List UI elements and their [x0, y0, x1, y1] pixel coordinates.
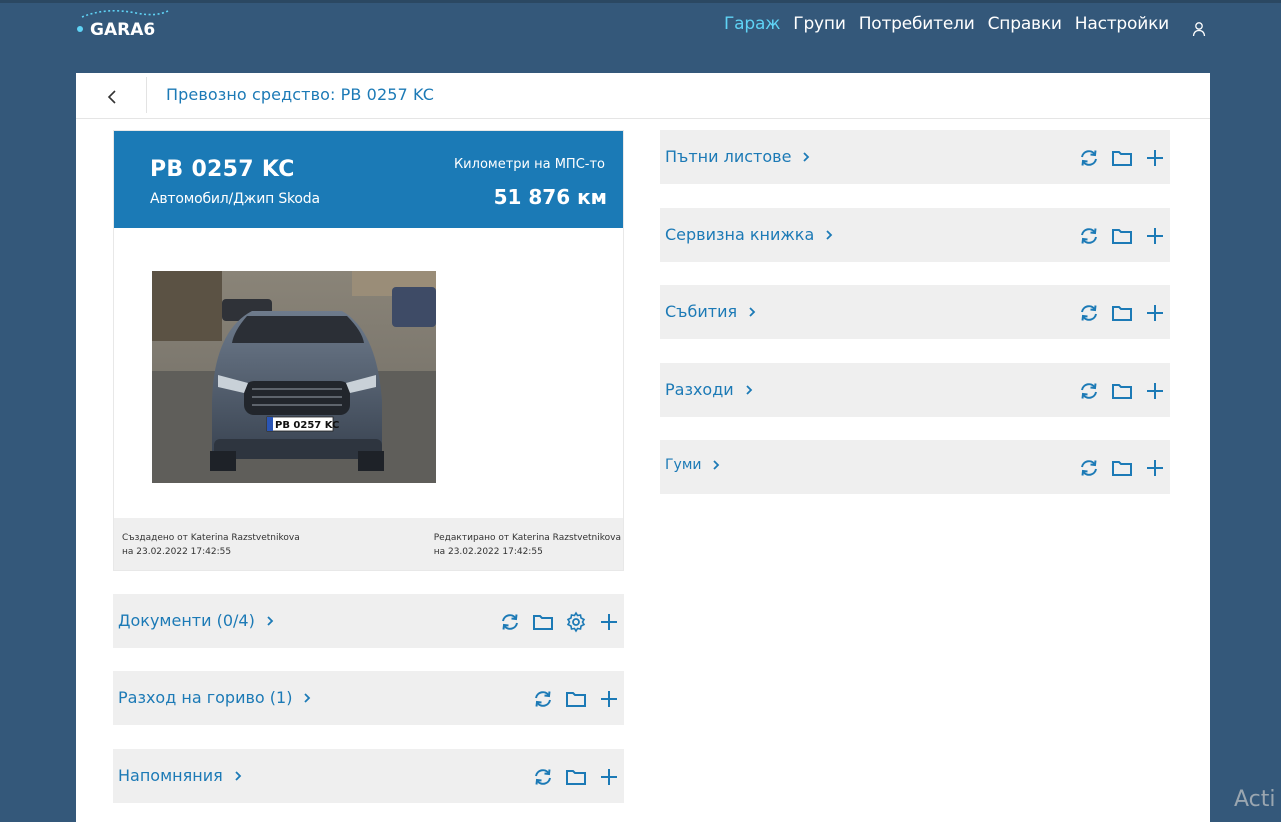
- nav-item-reports[interactable]: Справки: [988, 14, 1062, 34]
- plus-icon[interactable]: [1144, 225, 1166, 247]
- sync-icon[interactable]: [1078, 457, 1100, 479]
- os-activation-watermark: Acti: [1234, 787, 1276, 812]
- nav-item-garage[interactable]: Гараж: [724, 14, 781, 34]
- sync-icon[interactable]: [1078, 380, 1100, 402]
- section-expenses[interactable]: Разходи: [660, 363, 1170, 417]
- km-label: Километри на МПС-то: [453, 157, 605, 172]
- header-divider: [146, 77, 147, 113]
- folder-icon[interactable]: [1111, 147, 1133, 169]
- sync-icon[interactable]: [1078, 147, 1100, 169]
- chevron-right-icon: [826, 229, 833, 240]
- folder-icon[interactable]: [532, 611, 554, 633]
- photo-plate-text: PB 0257 KC: [275, 420, 339, 431]
- created-by: Създадено от Katerina Razstvetnikova: [122, 533, 300, 543]
- page-title: Превозно средство: PB 0257 KC: [166, 85, 434, 104]
- section-service-book[interactable]: Сервизна книжка: [660, 208, 1170, 262]
- vehicle-summary: PB 0257 KC Автомобил/Джип Skoda Километр…: [113, 130, 624, 571]
- top-navbar: GARA6 Гараж Групи Потребители Справки На…: [0, 3, 1281, 63]
- back-button[interactable]: [100, 87, 124, 107]
- folder-icon[interactable]: [565, 688, 587, 710]
- plus-icon[interactable]: [1144, 457, 1166, 479]
- section-tires-label: Гуми: [665, 457, 702, 473]
- section-documents[interactable]: Документи (0/4): [113, 594, 624, 648]
- chevron-right-icon: [267, 615, 274, 626]
- plus-icon[interactable]: [598, 688, 620, 710]
- sync-icon[interactable]: [1078, 302, 1100, 324]
- vehicle-card: Превозно средство: PB 0257 KC PB 0257 KC…: [76, 73, 1210, 822]
- section-tires[interactable]: Гуми: [660, 440, 1170, 494]
- app-logo[interactable]: GARA6: [76, 9, 172, 41]
- vehicle-banner: PB 0257 KC Автомобил/Джип Skoda Километр…: [114, 131, 623, 228]
- section-trip-sheets[interactable]: Пътни листове: [660, 130, 1170, 184]
- plus-icon[interactable]: [1144, 302, 1166, 324]
- nav-item-settings[interactable]: Настройки: [1075, 14, 1169, 34]
- folder-icon[interactable]: [1111, 225, 1133, 247]
- km-value: 51 876 км: [493, 185, 607, 209]
- section-fuel[interactable]: Разход на гориво (1): [113, 671, 624, 725]
- audit-info: Създадено от Katerina Razstvetnikova на …: [114, 518, 623, 570]
- plus-icon[interactable]: [1144, 147, 1166, 169]
- plus-icon[interactable]: [1144, 380, 1166, 402]
- created-info: Създадено от Katerina Razstvetnikova на …: [122, 531, 300, 559]
- page-header: Превозно средство: PB 0257 KC: [76, 73, 1210, 119]
- section-expenses-label: Разходи: [665, 380, 734, 399]
- section-events[interactable]: Събития: [660, 285, 1170, 339]
- folder-icon[interactable]: [565, 766, 587, 788]
- plus-icon[interactable]: [598, 611, 620, 633]
- sync-icon[interactable]: [532, 766, 554, 788]
- chevron-right-icon: [713, 460, 720, 470]
- section-documents-label: Документи (0/4): [118, 611, 255, 630]
- section-events-label: Събития: [665, 302, 738, 321]
- plus-icon[interactable]: [598, 766, 620, 788]
- chevron-right-icon: [304, 692, 311, 703]
- section-fuel-label: Разход на гориво (1): [118, 688, 293, 707]
- user-icon[interactable]: [1191, 21, 1207, 37]
- edited-info: Редактирано от Katerina Razstvetnikova н…: [434, 531, 621, 559]
- sync-icon[interactable]: [1078, 225, 1100, 247]
- logo-text: GARA6: [90, 20, 155, 40]
- nav-item-users[interactable]: Потребители: [859, 14, 975, 34]
- created-on: на 23.02.2022 17:42:55: [122, 547, 232, 557]
- section-trip-sheets-label: Пътни листове: [665, 147, 792, 166]
- gear-icon[interactable]: [565, 611, 587, 633]
- vehicle-plate: PB 0257 KC: [150, 157, 295, 182]
- sync-icon[interactable]: [499, 611, 521, 633]
- chevron-right-icon: [803, 151, 810, 162]
- main-nav: Гараж Групи Потребители Справки Настройк…: [724, 14, 1169, 34]
- sync-icon[interactable]: [532, 688, 554, 710]
- nav-item-groups[interactable]: Групи: [793, 14, 846, 34]
- chevron-right-icon: [235, 770, 242, 781]
- edited-on: на 23.02.2022 17:42:55: [433, 547, 543, 557]
- edited-by: Редактирано от Katerina Razstvetnikova: [433, 533, 621, 543]
- chevron-right-icon: [749, 306, 756, 317]
- section-service-book-label: Сервизна книжка: [665, 225, 815, 244]
- folder-icon[interactable]: [1111, 380, 1133, 402]
- vehicle-photo[interactable]: PB 0257 KC: [152, 271, 436, 483]
- chevron-right-icon: [746, 384, 752, 395]
- folder-icon[interactable]: [1111, 457, 1133, 479]
- section-reminders-label: Напомняния: [118, 766, 223, 785]
- folder-icon[interactable]: [1111, 302, 1133, 324]
- vehicle-type: Автомобил/Джип Skoda: [150, 191, 320, 207]
- section-reminders[interactable]: Напомняния: [113, 749, 624, 803]
- chevron-left-icon: [107, 90, 116, 104]
